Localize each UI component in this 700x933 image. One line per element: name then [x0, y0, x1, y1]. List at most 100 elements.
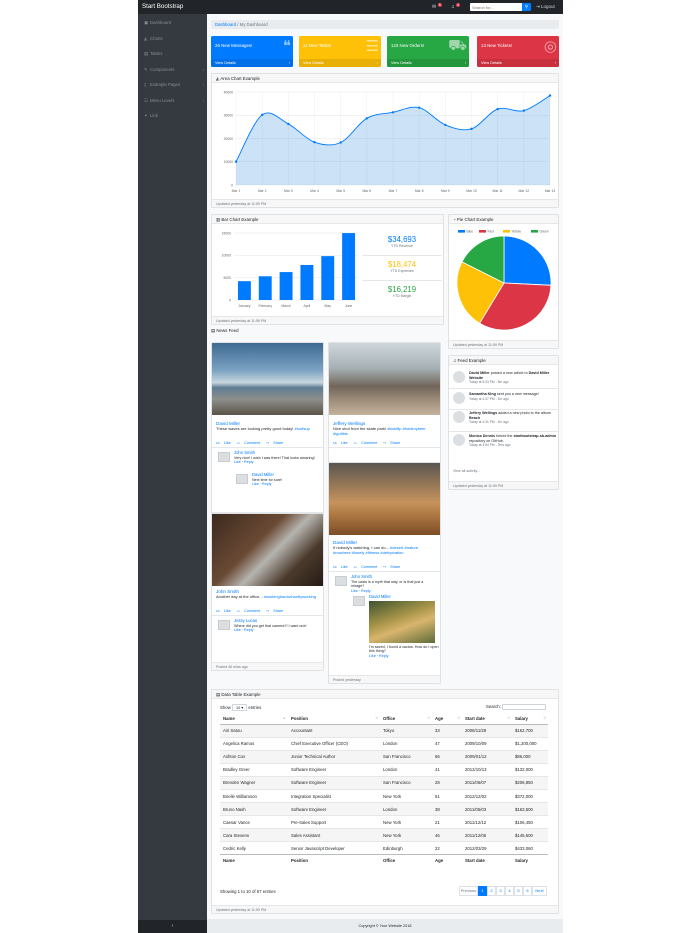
- view-all-activity-link[interactable]: View all activity...: [453, 469, 480, 473]
- pagination-page[interactable]: 4: [505, 886, 514, 896]
- column-header-name[interactable]: Name ▲: [220, 714, 288, 725]
- sidebar-item-dashboard[interactable]: ▣ Dashboard: [138, 15, 207, 31]
- pagination-next[interactable]: Next: [532, 886, 547, 896]
- table-row[interactable]: Caesar Vance Pre-Sales Support New York 21 2…: [220, 815, 548, 829]
- sidebar-item-link[interactable]: ⚭ Link: [138, 108, 207, 124]
- table-row[interactable]: Brenden Wagner Software Engineer San Franc…: [220, 775, 548, 790]
- comment-like-link[interactable]: Like: [234, 460, 241, 464]
- comment-reply-link[interactable]: Reply: [262, 482, 271, 486]
- comment-like-link[interactable]: Like: [234, 628, 241, 632]
- table-search-input[interactable]: [502, 704, 547, 710]
- table-cell: Junior Technical Author: [288, 749, 380, 764]
- comment-like-link[interactable]: Like: [369, 654, 376, 658]
- stat-card: ⛟ 123 New Orders! View Details ›: [387, 36, 469, 67]
- comment-author-link[interactable]: David Miller: [369, 594, 439, 600]
- sidebar-toggler[interactable]: ‹: [138, 920, 207, 933]
- bar: [279, 272, 293, 300]
- breadcrumb-home[interactable]: Dashboard: [215, 22, 236, 27]
- table-row[interactable]: Cedric Kelly Senior Javascript Developer E…: [220, 841, 548, 855]
- post-comment-link[interactable]: ▭ Comment: [237, 609, 264, 613]
- table-row[interactable]: Bruno Nash Software Engineer London 38 2011/…: [220, 802, 548, 816]
- search-button[interactable]: ⚲: [522, 3, 531, 11]
- post-like-link[interactable]: 👍︎ Like: [216, 441, 234, 445]
- table-row[interactable]: Cara Stevens Sales Assistant New York 46 201…: [220, 828, 548, 842]
- table-row[interactable]: Bradley Greer Software Engineer London 41 20…: [220, 762, 548, 777]
- sidebar-nav: ▣ Dashboard ◭ Charts ▤ Tables ✎ Components › ▯ Exa…: [138, 15, 207, 124]
- table-row[interactable]: Airi Satou Accountant Tokyo 33 2008/11/28 $16…: [220, 723, 548, 738]
- post-photo[interactable]: [212, 343, 323, 415]
- view-details-link[interactable]: View Details ›: [477, 59, 559, 67]
- view-details-link[interactable]: View Details ›: [299, 59, 381, 67]
- column-header-office[interactable]: Office ⇅: [380, 714, 432, 725]
- table-cell: 38: [432, 802, 462, 816]
- post-share-link[interactable]: ↪ Share: [383, 441, 403, 445]
- comment-reply-link[interactable]: Reply: [361, 589, 370, 593]
- table-cell: Brielle Williamson: [220, 788, 288, 803]
- shopping-cart-icon: ⛟: [448, 37, 467, 54]
- sort-icon: ▲: [282, 716, 286, 720]
- post-comment-link[interactable]: ▭ Comment: [354, 441, 381, 445]
- data-table-card: ▤ Data Table Example Show 10 ▾ entries S…: [211, 689, 559, 914]
- post-comment-link[interactable]: ▭ Comment: [354, 565, 381, 569]
- logout-link[interactable]: ⇥ Logout: [536, 4, 555, 10]
- column-header-age[interactable]: Age ⇅: [432, 714, 462, 725]
- post-share-link[interactable]: ↪ Share: [266, 441, 286, 445]
- sidebar-item-charts[interactable]: ◭ Charts: [138, 31, 207, 47]
- chevron-right-icon: ›: [202, 82, 204, 87]
- column-footer: Name: [220, 854, 288, 866]
- summary-value: $34,693: [387, 235, 417, 244]
- comment-reply-link[interactable]: Reply: [244, 628, 253, 632]
- pagination-page[interactable]: 2: [487, 886, 496, 896]
- post-tags[interactable]: #surfsup: [295, 426, 310, 431]
- sidebar-item-components[interactable]: ✎ Components ›: [138, 62, 207, 78]
- post-share-link[interactable]: ↪ Share: [383, 565, 403, 569]
- pagination-page[interactable]: 6: [523, 886, 532, 896]
- sidebar-item-example-pages[interactable]: ▯ Example Pages ›: [138, 77, 207, 93]
- view-details-label: View Details: [391, 61, 412, 65]
- post-like-link[interactable]: 👍︎ Like: [333, 565, 351, 569]
- view-details-link[interactable]: View Details ›: [387, 59, 469, 67]
- comment-like-link[interactable]: Like: [252, 482, 259, 486]
- column-header-start-date[interactable]: Start date ⇅: [462, 714, 512, 725]
- table-cell: $433,060: [512, 841, 548, 855]
- post-comment-link[interactable]: ▭ Comment: [237, 441, 264, 445]
- area-x-tick: Mar 11: [493, 189, 503, 193]
- sidebar-item-tables[interactable]: ▤ Tables: [138, 46, 207, 62]
- post-photo[interactable]: [212, 514, 323, 586]
- post-like-link[interactable]: 👍︎ Like: [333, 441, 351, 445]
- comment-reply-link[interactable]: Reply: [379, 654, 388, 658]
- area-point: [444, 123, 447, 127]
- post-photo[interactable]: [329, 343, 440, 415]
- comment-icon: ▭: [353, 441, 359, 445]
- notifications-dropdown[interactable]: ♫ 4: [451, 3, 465, 11]
- pagination-page[interactable]: 1: [478, 886, 487, 896]
- pagination-page[interactable]: 3: [496, 886, 505, 896]
- table-row[interactable]: Ashton Cox Junior Technical Author San Fra…: [220, 749, 548, 764]
- pagination-page[interactable]: 5: [514, 886, 523, 896]
- summary-block: $34,693 YTD Revenue: [362, 233, 442, 256]
- brand-link[interactable]: Start Bootstrap: [142, 3, 183, 10]
- post-text: Jeffery Wellings Nice shot from the skate…: [333, 421, 435, 436]
- sidebar-item-menu-levels[interactable]: ☷ Menu Levels ›: [138, 93, 207, 109]
- pagination-previous[interactable]: Previous: [459, 886, 478, 896]
- post-tags[interactable]: #workinghardorhardlyworking: [264, 594, 316, 599]
- table-row[interactable]: Angelica Ramos Chief Executive Officer (C…: [220, 736, 548, 751]
- table-cell: Tokyo: [380, 723, 432, 738]
- feed-action: posted a new article to: [490, 371, 528, 375]
- column-header-salary[interactable]: Salary ⇅: [512, 714, 548, 725]
- feed-action: sent you a new message!: [496, 392, 539, 396]
- bar: [321, 256, 335, 300]
- table-row[interactable]: Brielle Williamson Integration Specialist…: [220, 788, 548, 803]
- comment-reply-link[interactable]: Reply: [244, 460, 253, 464]
- alerts-dropdown[interactable]: ✉ 8: [432, 3, 446, 11]
- comment-photo[interactable]: [369, 600, 435, 643]
- view-details-link[interactable]: View Details ›: [211, 59, 293, 67]
- length-control: Show 10 ▾ entries: [220, 704, 261, 711]
- comment-like-link[interactable]: Like: [351, 589, 358, 593]
- search-input[interactable]: [470, 3, 522, 11]
- post-share-link[interactable]: ↪ Share: [266, 609, 286, 613]
- post-photo[interactable]: [329, 463, 440, 535]
- entries-select[interactable]: 10 ▾: [231, 704, 248, 711]
- post-like-link[interactable]: 👍︎ Like: [216, 609, 234, 613]
- column-header-position[interactable]: Position ⇅: [288, 714, 380, 725]
